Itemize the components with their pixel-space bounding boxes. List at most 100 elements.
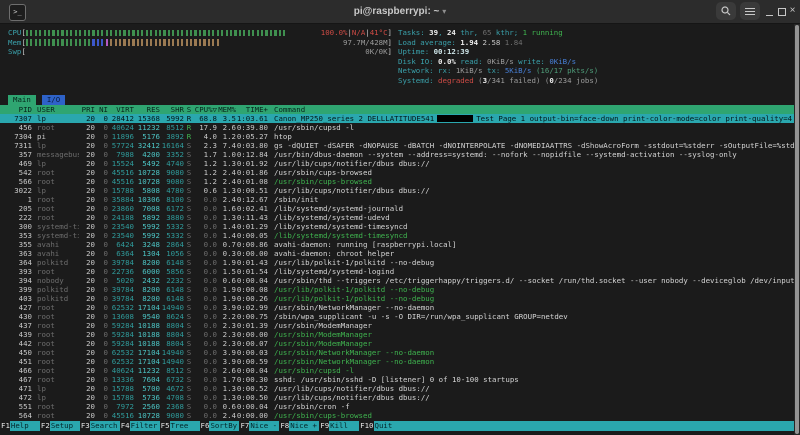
function-bar-item-f1[interactable]: F1Help	[0, 421, 40, 431]
meter-bar-segment	[181, 30, 183, 36]
process-row[interactable]: 439root20059284101888804S0.02.30:00.00/u…	[0, 330, 794, 339]
column-header-shr[interactable]: SHR	[160, 105, 184, 115]
cell-cmd: sshd: /usr/sbin/sshd -D [listener] 0 of …	[274, 375, 794, 384]
chevron-down-icon[interactable]: ▾	[442, 7, 446, 16]
function-bar-item-f10[interactable]: F10Quit	[359, 421, 403, 431]
process-row[interactable]: 394nobody200502024322232S0.00.60:00.04/u…	[0, 276, 794, 285]
cell-shr: 8804	[160, 330, 184, 339]
search-button[interactable]	[716, 2, 736, 20]
process-row[interactable]: 3022lp2001578858084780S0.61.30:00.51/usr…	[0, 186, 794, 195]
column-header-s[interactable]: S	[184, 105, 194, 115]
cell-pri: 20	[79, 231, 95, 240]
process-row[interactable]: 469lp2001552454924740S1.21.30:01.92/usr/…	[0, 159, 794, 168]
cell-time: 0:01.08	[236, 177, 268, 186]
column-header-pid[interactable]: PID	[0, 105, 32, 115]
column-header-mem[interactable]: MEM%	[217, 105, 236, 115]
column-header-ni[interactable]: NI	[95, 105, 108, 115]
column-header-user[interactable]: USER	[37, 105, 79, 115]
process-row[interactable]: 442root20059284101888804S0.02.30:00.07/u…	[0, 339, 794, 348]
maximize-button[interactable]	[776, 0, 787, 23]
process-row[interactable]: 430root2001360895408624S0.02.20:00.75/sb…	[0, 312, 794, 321]
process-row[interactable]: 456root20040624112328512R17.92.60:39.80/…	[0, 123, 794, 132]
process-row[interactable]: 564root20045516107289080S0.02.40:00.00/u…	[0, 411, 794, 420]
cell-cpu: 0.0	[194, 258, 217, 267]
stat-segment: (16/17 pkts/s)	[532, 66, 599, 75]
cell-virt: 62532	[108, 357, 134, 366]
stat-tasks: Tasks: 39, 24 thr, 65 kthr; 1 running	[398, 28, 792, 38]
function-bar-item-f9[interactable]: F9Kill	[319, 421, 359, 431]
process-row[interactable]: 403polkitd2003978482006148S0.01.90:00.26…	[0, 294, 794, 303]
column-header-time[interactable]: TIME+	[236, 105, 268, 115]
process-row[interactable]: 7304pi2001189651763892R4.01.20:05.27htop	[0, 132, 794, 141]
process-row[interactable]: 7307lp20028412153685992R68.83.51:03.61Ca…	[0, 114, 794, 123]
process-row[interactable]: 437root20059284101888804S0.02.30:01.39/u…	[0, 321, 794, 330]
cell-cmd: /usr/lib/polkit-1/polkitd --no-debug	[274, 285, 794, 294]
menu-button[interactable]	[740, 2, 760, 20]
cell-shr: 6172	[160, 204, 184, 213]
cell-time: 0:00.05	[236, 231, 268, 240]
scrollbar-track[interactable]	[794, 24, 800, 435]
meter-bar-segment	[190, 39, 192, 45]
process-row[interactable]: 393root2002273660005856S0.01.50:01.54/li…	[0, 267, 794, 276]
process-row[interactable]: 542root20045516107289080S1.22.40:01.86/u…	[0, 168, 794, 177]
cell-ni: 0	[95, 348, 108, 357]
process-row[interactable]: 205root2002386070086172S0.01.60:02.41/li…	[0, 204, 794, 213]
function-bar-item-f6[interactable]: F6SortBy	[200, 421, 240, 431]
meter-area: 100.0%|N/A|41°C	[26, 28, 388, 38]
cell-cmd: /usr/lib/cups/notifier/dbus dbus://	[274, 186, 794, 195]
cell-pid: 471	[0, 384, 32, 393]
function-bar-item-f7[interactable]: F7Nice -	[239, 421, 279, 431]
process-row[interactable]: 1root20035884103068100S0.02.40:12.67/sbi…	[0, 195, 794, 204]
process-row[interactable]: 450root200625321710414940S0.03.90:00.03/…	[0, 348, 794, 357]
process-row[interactable]: 399polkitd2003978482006148S0.01.90:00.08…	[0, 285, 794, 294]
tab-main[interactable]: Main	[8, 95, 36, 105]
process-row[interactable]: 353systemd-ti2002354059925332S0.01.40:00…	[0, 231, 794, 240]
function-bar-item-f2[interactable]: F2Setup	[40, 421, 80, 431]
process-row[interactable]: 364polkitd2003978482006148S0.01.90:01.43…	[0, 258, 794, 267]
cell-cmd: Canon_MP250_series 2 DELLLATITUDE541Test…	[274, 114, 794, 123]
minimize-button[interactable]	[764, 0, 775, 23]
process-row[interactable]: 427root200625321710414940S0.03.90:02.99/…	[0, 303, 794, 312]
cell-cpu: 0.0	[194, 249, 217, 258]
process-row[interactable]: 466root20040624112328512S0.02.60:00.04/u…	[0, 366, 794, 375]
cell-shr: 14940	[160, 303, 184, 312]
scrollbar-thumb[interactable]	[795, 25, 799, 434]
column-header-res[interactable]: RES	[134, 105, 160, 115]
process-row[interactable]: 467root2001333676046732S0.01.70:00.30ssh…	[0, 375, 794, 384]
cell-time: 0:00.04	[236, 366, 268, 375]
process-row[interactable]: 355avahi200642432482864S0.00.70:00.86ava…	[0, 240, 794, 249]
meter-bar-segment	[270, 30, 272, 36]
meter-value: 100.0%|N/A|41°C	[321, 28, 388, 38]
cell-shr: 2864	[160, 240, 184, 249]
close-button[interactable]: ×	[787, 0, 798, 23]
cell-user: lp	[37, 159, 79, 168]
column-header-pri[interactable]: PRI	[79, 105, 95, 115]
process-row[interactable]: 7311lp200577243241216164S2.37.40:03.80gs…	[0, 141, 794, 150]
process-row[interactable]: 363avahi200636413041056S0.00.30:00.00ava…	[0, 249, 794, 258]
process-row[interactable]: 451root200625321710414940S0.03.90:00.59/…	[0, 357, 794, 366]
function-bar-item-f5[interactable]: F5Tree	[160, 421, 200, 431]
column-header-virt[interactable]: VIRT	[108, 105, 134, 115]
process-row[interactable]: 471lp2001578857004672S0.01.30:00.52/usr/…	[0, 384, 794, 393]
cell-cpu: 0.0	[194, 321, 217, 330]
cell-shr: 9080	[160, 177, 184, 186]
column-header-cmd[interactable]: Command	[274, 105, 794, 115]
function-bar-item-f3[interactable]: F3Search	[80, 421, 120, 431]
function-key-label: F3	[80, 421, 90, 431]
cell-pid: 222	[0, 213, 32, 222]
process-row[interactable]: 472lp2001578857364708S0.01.30:00.50/usr/…	[0, 393, 794, 402]
process-row[interactable]: 300systemd-ti2002354059925332S0.01.40:01…	[0, 222, 794, 231]
process-row[interactable]: 357messagebus200798842003352S1.71.00:12.…	[0, 150, 794, 159]
column-header-cpu[interactable]: CPU%▽	[194, 105, 217, 115]
process-row[interactable]: 566root20045516107289080S1.22.40:01.08/u…	[0, 177, 794, 186]
cell-cpu: 0.0	[194, 276, 217, 285]
function-bar-item-f8[interactable]: F8Nice +	[279, 421, 319, 431]
cell-cmd: /usr/sbin/cupsd -l	[274, 366, 794, 375]
function-bar-item-f4[interactable]: F4Filter	[120, 421, 160, 431]
cell-s: S	[184, 231, 194, 240]
process-row[interactable]: 222root2002418858923880S0.01.30:11.43/li…	[0, 213, 794, 222]
tab-io[interactable]: I/O	[42, 95, 65, 105]
cell-time: 0:12.67	[236, 195, 268, 204]
process-row[interactable]: 551root200797225602368S0.00.60:00.04/usr…	[0, 402, 794, 411]
meter-bar-segment	[137, 30, 139, 36]
